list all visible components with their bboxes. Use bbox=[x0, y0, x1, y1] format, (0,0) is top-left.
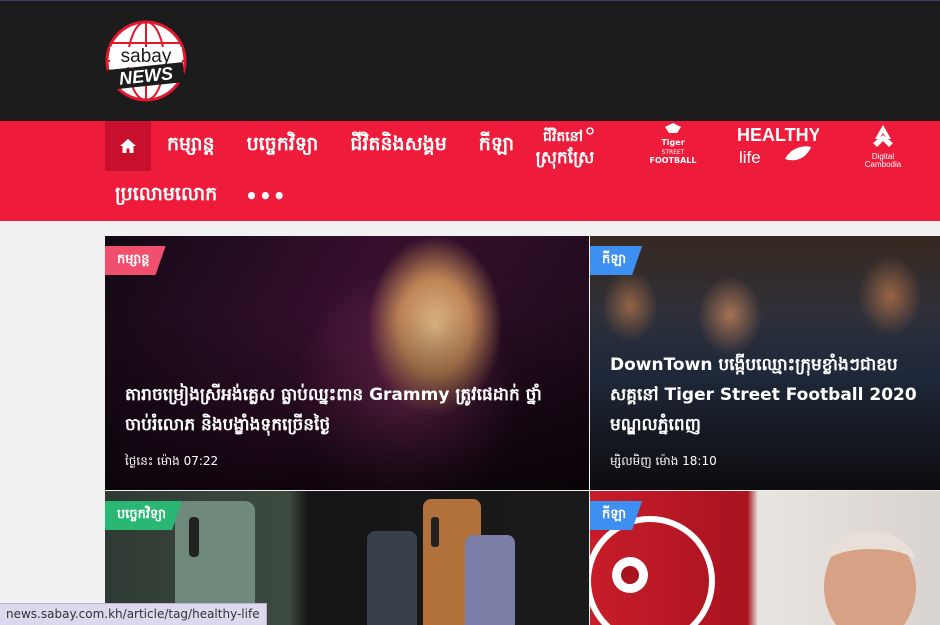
main-nav: កម្សាន្ត បច្ចេកវិទ្យា ជីវិតនិងសង្គម កីឡា… bbox=[0, 121, 940, 221]
article-time: ម្សិលមិញ ម៉ោង 18:10 bbox=[610, 454, 717, 468]
more-menu-icon[interactable]: ••• bbox=[233, 184, 298, 208]
site-header: sabay NEWS bbox=[0, 0, 940, 121]
nav-item-novel[interactable]: ប្រលោមលោក bbox=[105, 182, 233, 210]
nav-row-secondary: ប្រលោមលោក ••• bbox=[105, 171, 299, 221]
svg-text:HEALTHY: HEALTHY bbox=[737, 125, 819, 145]
home-button[interactable] bbox=[105, 121, 151, 171]
svg-text:Cambodia: Cambodia bbox=[865, 160, 902, 169]
category-tag[interactable]: កម្សាន្ត bbox=[105, 246, 166, 275]
nav-item-sport[interactable]: កីឡា bbox=[463, 132, 530, 160]
svg-text:life: life bbox=[739, 148, 761, 167]
sabay-news-logo[interactable]: sabay NEWS bbox=[104, 19, 188, 103]
side-article-card[interactable]: កីឡា DownTown បង្កើបឈ្មោះក្រុមខ្លាំងៗជាឧ… bbox=[590, 236, 940, 490]
article-meta: ថ្ងៃនេះ ម៉ោង 07:22 bbox=[125, 453, 218, 471]
article-title[interactable]: តារាចម្រៀងស្រីអង់គ្លេស ធ្លាប់ឈ្នះពាន Gra… bbox=[125, 380, 569, 440]
digital-cambodia-logo[interactable]: Digital Cambodia bbox=[855, 121, 911, 171]
svg-text:ស្រុកស្រែ: ស្រុកស្រែ bbox=[536, 146, 595, 169]
nav-item-life-society[interactable]: ជីវិតនិងសង្គម bbox=[334, 132, 462, 160]
sport-article-card[interactable]: កីឡា bbox=[590, 491, 940, 625]
nav-item-technology[interactable]: បច្ចេកវិទ្យា bbox=[231, 132, 335, 160]
article-title[interactable]: DownTown បង្កើបឈ្មោះក្រុមខ្លាំងៗជាឧប សគ្… bbox=[610, 350, 920, 440]
nav-item-entertainment[interactable]: កម្សាន្ត bbox=[151, 132, 231, 160]
article-meta: ម្សិលមិញ ម៉ោង 18:10 bbox=[610, 453, 717, 471]
image-overlay bbox=[105, 236, 589, 490]
nav-row-primary: កម្សាន្ត បច្ចេកវិទ្យា ជីវិតនិងសង្គម កីឡា bbox=[105, 121, 530, 171]
featured-article-card[interactable]: កម្សាន្ត តារាចម្រៀងស្រីអង់គ្លេស ធ្លាប់ឈ្… bbox=[105, 236, 589, 490]
status-bar-url: news.sabay.com.kh/article/tag/healthy-li… bbox=[0, 603, 267, 625]
svg-text:ជីវិតនៅ: ជីវិតនៅ bbox=[543, 127, 583, 145]
healthy-life-logo[interactable]: HEALTHY life bbox=[733, 121, 819, 171]
category-tag[interactable]: បច្ចេកវិទ្យា bbox=[105, 501, 182, 530]
tiger-street-football-logo[interactable]: Tiger STREET FOOTBALL bbox=[645, 121, 701, 171]
home-icon bbox=[120, 139, 136, 153]
club-badge-illustration bbox=[590, 516, 916, 625]
svg-text:STREET: STREET bbox=[662, 149, 685, 156]
svg-text:Tiger: Tiger bbox=[661, 138, 684, 147]
article-time: ថ្ងៃនេះ ម៉ោង 07:22 bbox=[125, 454, 219, 468]
svg-text:FOOTBALL: FOOTBALL bbox=[649, 156, 696, 165]
rice-festival-logo[interactable]: ជីវិតនៅ ស្រុកស្រែ bbox=[533, 121, 597, 171]
